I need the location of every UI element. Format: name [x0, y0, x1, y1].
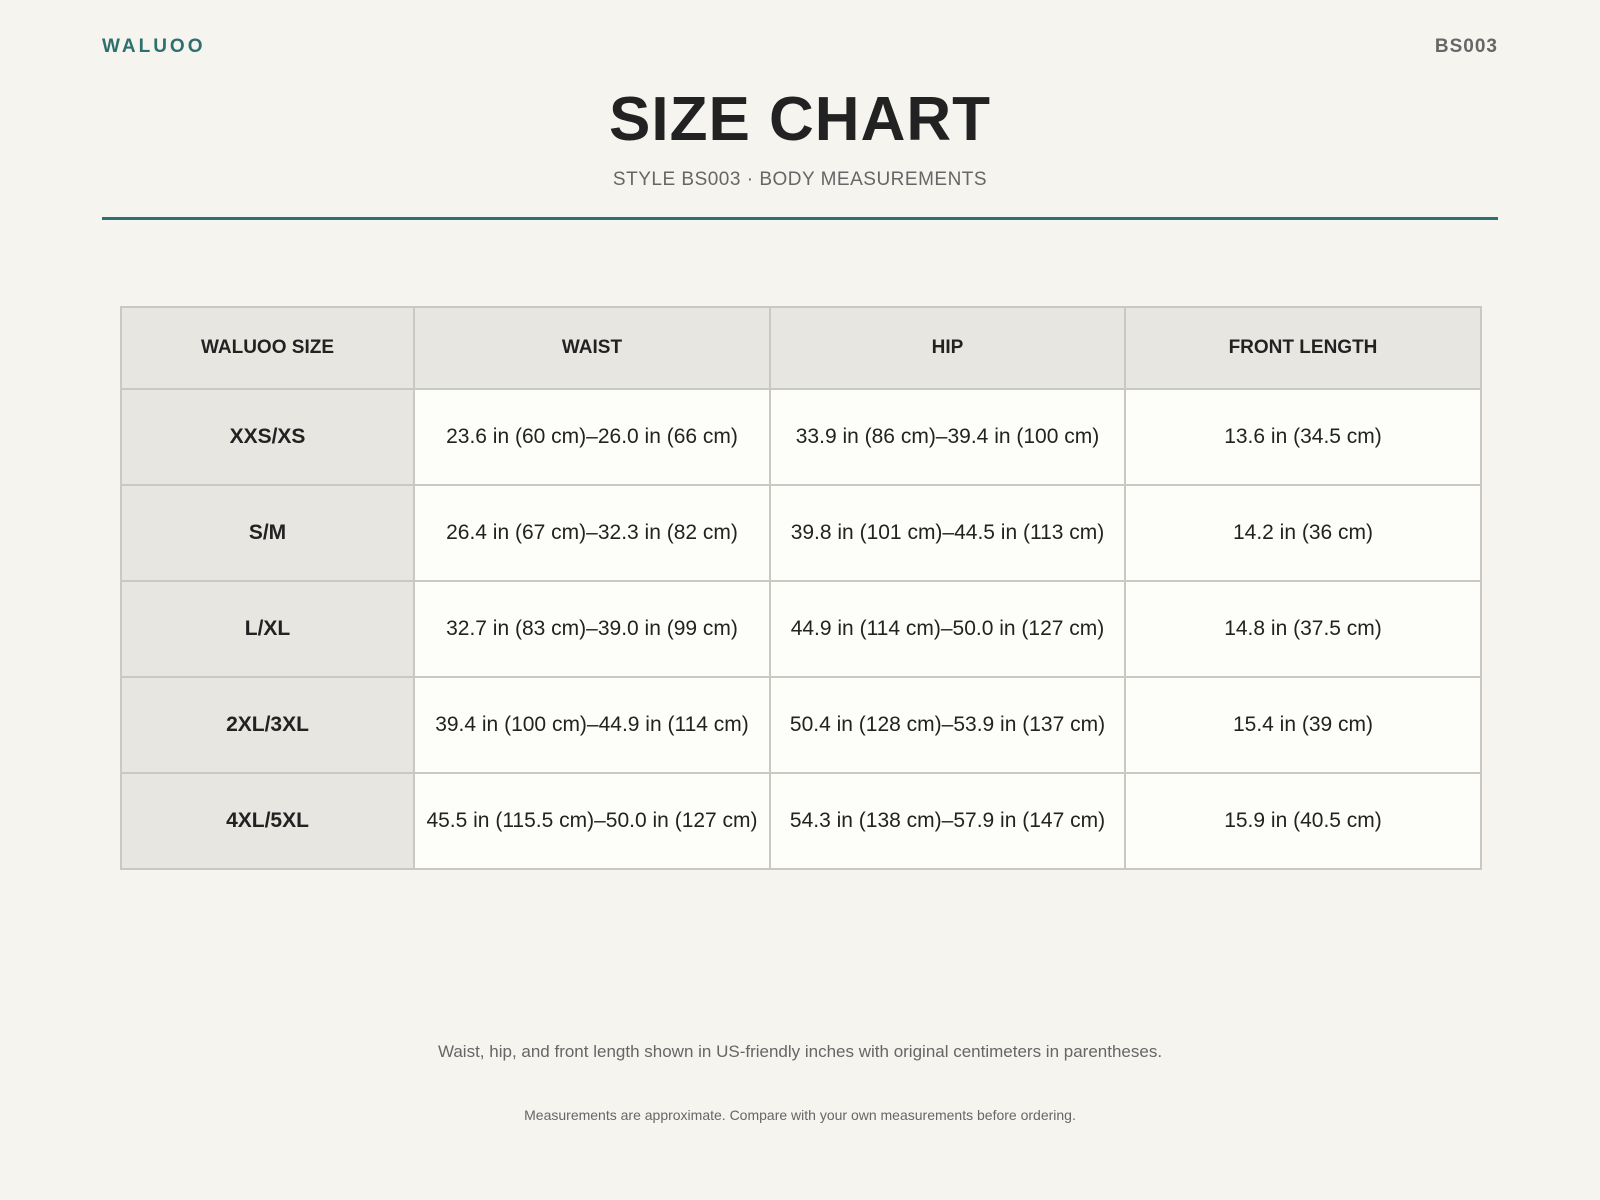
column-header-hip: HIP — [769, 306, 1126, 390]
header-divider — [102, 217, 1498, 220]
column-header-size: WALUOO SIZE — [120, 306, 415, 390]
table-header-row: WALUOO SIZE WAIST HIP FRONT LENGTH — [120, 306, 1482, 390]
units-note: Waist, hip, and front length shown in US… — [437, 1042, 1163, 1061]
waist-cell: 45.5 in (115.5 cm)–50.0 in (127 cm) — [413, 772, 771, 870]
waist-cell: 32.7 in (83 cm)–39.0 in (99 cm) — [413, 580, 771, 678]
size-cell: 2XL/3XL — [120, 676, 415, 774]
brand-logo: WALUOO — [102, 36, 206, 57]
size-cell: S/M — [120, 484, 415, 582]
hip-cell: 44.9 in (114 cm)–50.0 in (127 cm) — [769, 580, 1126, 678]
style-code: BS003 — [1434, 36, 1498, 57]
disclaimer-note: Measurements are approximate. Compare wi… — [524, 1107, 1076, 1123]
hip-cell: 39.8 in (101 cm)–44.5 in (113 cm) — [769, 484, 1126, 582]
table-row: 4XL/5XL 45.5 in (115.5 cm)–50.0 in (127 … — [120, 772, 1482, 870]
table-row: L/XL 32.7 in (83 cm)–39.0 in (99 cm) 44.… — [120, 580, 1482, 678]
size-table: WALUOO SIZE WAIST HIP FRONT LENGTH XXS/X… — [120, 306, 1482, 870]
size-cell: 4XL/5XL — [120, 772, 415, 870]
front-length-cell: 14.8 in (37.5 cm) — [1124, 580, 1482, 678]
column-header-front-length: FRONT LENGTH — [1124, 306, 1482, 390]
table-row: 2XL/3XL 39.4 in (100 cm)–44.9 in (114 cm… — [120, 676, 1482, 774]
waist-cell: 26.4 in (67 cm)–32.3 in (82 cm) — [413, 484, 771, 582]
column-header-waist: WAIST — [413, 306, 771, 390]
table-row: S/M 26.4 in (67 cm)–32.3 in (82 cm) 39.8… — [120, 484, 1482, 582]
table-row: XXS/XS 23.6 in (60 cm)–26.0 in (66 cm) 3… — [120, 388, 1482, 486]
waist-cell: 39.4 in (100 cm)–44.9 in (114 cm) — [413, 676, 771, 774]
front-length-cell: 13.6 in (34.5 cm) — [1124, 388, 1482, 486]
size-cell: L/XL — [120, 580, 415, 678]
hip-cell: 54.3 in (138 cm)–57.9 in (147 cm) — [769, 772, 1126, 870]
front-length-cell: 15.9 in (40.5 cm) — [1124, 772, 1482, 870]
hip-cell: 33.9 in (86 cm)–39.4 in (100 cm) — [769, 388, 1126, 486]
front-length-cell: 14.2 in (36 cm) — [1124, 484, 1482, 582]
page-subtitle: STYLE BS003 · BODY MEASUREMENTS — [612, 169, 988, 190]
size-cell: XXS/XS — [120, 388, 415, 486]
hip-cell: 50.4 in (128 cm)–53.9 in (137 cm) — [769, 676, 1126, 774]
waist-cell: 23.6 in (60 cm)–26.0 in (66 cm) — [413, 388, 771, 486]
page-title: SIZE CHART — [609, 85, 991, 154]
front-length-cell: 15.4 in (39 cm) — [1124, 676, 1482, 774]
